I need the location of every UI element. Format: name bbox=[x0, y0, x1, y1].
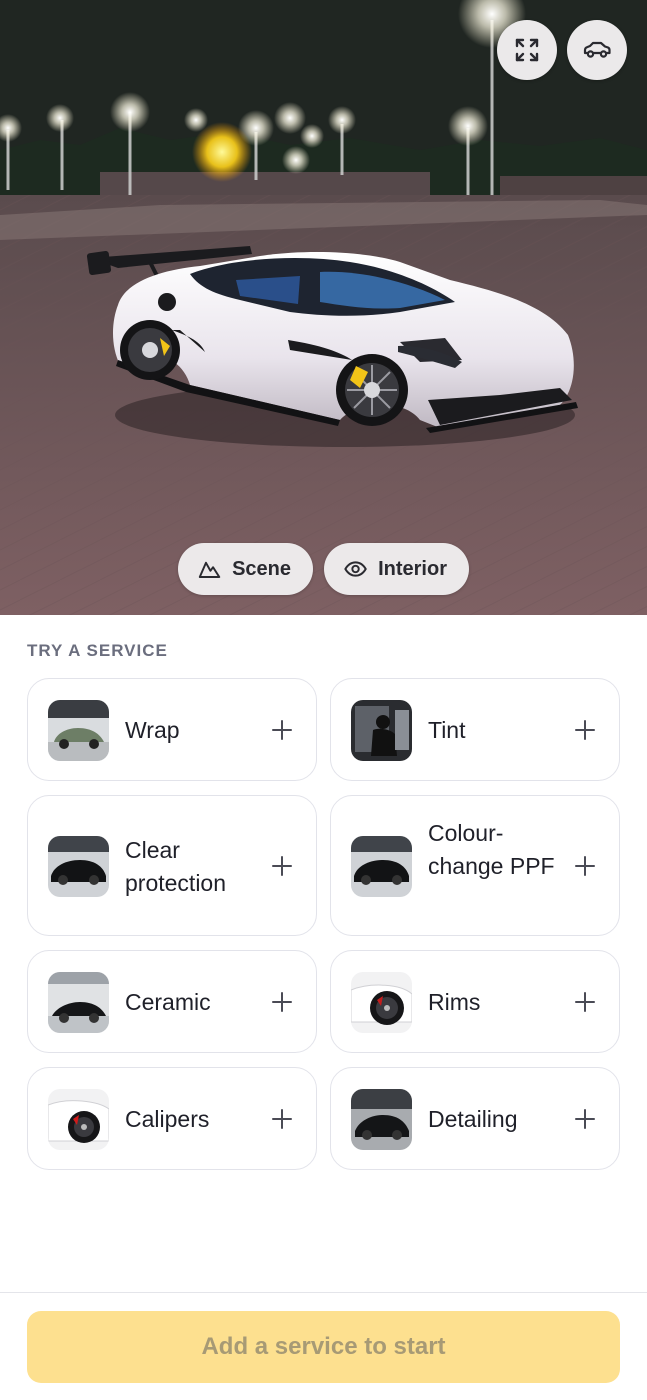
service-card-rims[interactable]: Rims bbox=[330, 950, 620, 1053]
plus-icon bbox=[575, 1109, 595, 1129]
service-label: Detailing bbox=[428, 1106, 518, 1132]
service-card-calipers[interactable]: Calipers bbox=[27, 1067, 317, 1170]
plus-icon bbox=[272, 720, 292, 740]
fullscreen-button[interactable] bbox=[497, 20, 557, 80]
service-thumbnail bbox=[351, 972, 412, 1033]
interior-button[interactable]: Interior bbox=[324, 543, 469, 595]
service-label: Clear protection bbox=[125, 837, 227, 896]
service-label: Ceramic bbox=[125, 989, 211, 1015]
service-label: Wrap bbox=[125, 717, 180, 743]
add-service-button[interactable]: Add a service to start bbox=[27, 1311, 620, 1383]
plus-icon bbox=[575, 720, 595, 740]
service-thumbnail bbox=[48, 972, 109, 1033]
service-thumbnail bbox=[48, 700, 109, 761]
viewer-mode-toggle: Scene Interior bbox=[0, 543, 647, 595]
plus-icon bbox=[272, 856, 292, 876]
plus-icon bbox=[272, 1109, 292, 1129]
service-label: Rims bbox=[428, 989, 481, 1015]
service-card-ceramic[interactable]: Ceramic bbox=[27, 950, 317, 1053]
plus-icon bbox=[575, 856, 595, 876]
service-label: Colour-change PPF bbox=[428, 820, 555, 879]
service-thumbnail bbox=[351, 836, 412, 897]
service-card-clear-protection[interactable]: Clear protection bbox=[27, 795, 317, 936]
plus-icon bbox=[575, 992, 595, 1012]
expand-arrows-icon bbox=[515, 38, 539, 62]
service-thumbnail bbox=[48, 1089, 109, 1150]
interior-label: Interior bbox=[378, 557, 447, 580]
car-select-button[interactable] bbox=[567, 20, 627, 80]
service-label: Tint bbox=[428, 717, 466, 743]
service-thumbnail bbox=[351, 700, 412, 761]
scene-label: Scene bbox=[232, 557, 291, 580]
car-3d-scene[interactable] bbox=[0, 0, 647, 615]
service-card-wrap[interactable]: Wrap bbox=[27, 678, 317, 781]
car-viewer[interactable]: Scene Interior bbox=[0, 0, 647, 615]
car-outline-icon bbox=[583, 41, 611, 58]
scene-button[interactable]: Scene bbox=[178, 543, 313, 595]
service-card-colour-change-ppf[interactable]: Colour-change PPF bbox=[330, 795, 620, 936]
footer-divider bbox=[0, 1292, 647, 1293]
eye-icon bbox=[344, 561, 367, 577]
service-card-tint[interactable]: Tint bbox=[330, 678, 620, 781]
service-card-detailing[interactable]: Detailing bbox=[330, 1067, 620, 1170]
service-thumbnail bbox=[351, 1089, 412, 1150]
mountain-icon bbox=[198, 561, 221, 578]
section-title: TRY A SERVICE bbox=[27, 641, 168, 660]
plus-icon bbox=[272, 992, 292, 1012]
service-label: Calipers bbox=[125, 1106, 210, 1132]
service-thumbnail bbox=[48, 836, 109, 897]
